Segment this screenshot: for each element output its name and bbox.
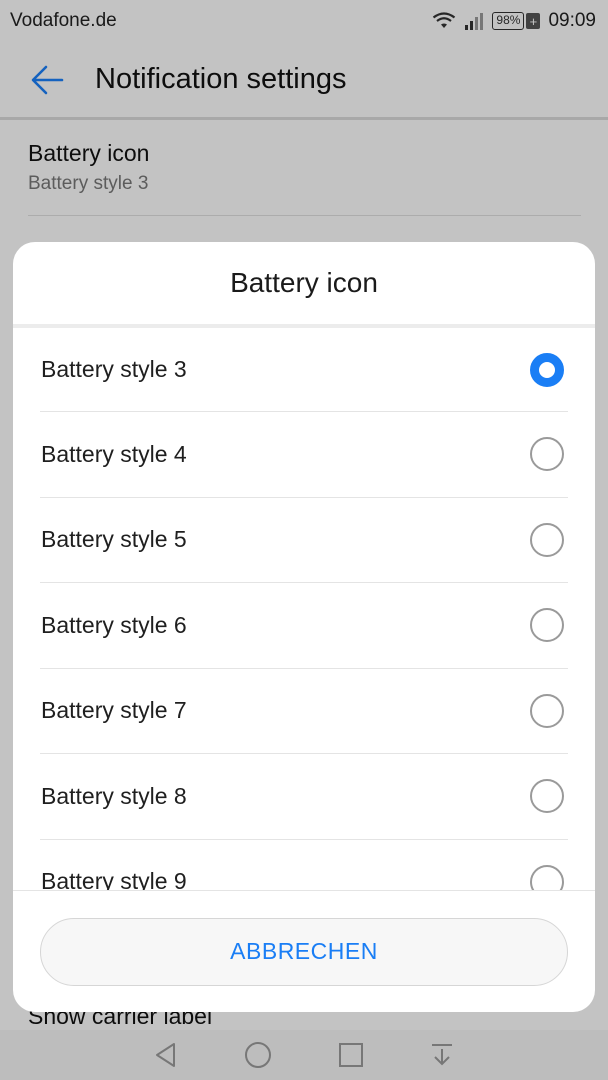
radio-unselected[interactable] [530,779,564,814]
radio-selected[interactable] [530,352,564,387]
option-label: Battery style 4 [41,440,187,467]
dialog-title: Battery icon [13,242,595,328]
option-label: Battery style 3 [41,356,187,382]
option-battery-style-9[interactable]: Battery style 9 [40,840,568,890]
option-label: Battery style 8 [41,782,187,809]
option-battery-style-8[interactable]: Battery style 8 [40,754,568,840]
battery-icon-dialog: Battery icon Battery style 3 Battery sty… [13,242,595,1012]
radio-unselected[interactable] [530,608,564,643]
option-battery-style-7[interactable]: Battery style 7 [40,669,568,754]
radio-unselected[interactable] [530,437,564,472]
radio-unselected[interactable] [530,693,564,728]
option-battery-style-5[interactable]: Battery style 5 [40,498,568,583]
radio-unselected[interactable] [530,864,564,890]
option-label: Battery style 5 [41,526,187,553]
cancel-button[interactable]: ABBRECHEN [40,917,568,986]
options-list[interactable]: Battery style 3 Battery style 4 Battery … [13,328,595,890]
radio-unselected[interactable] [530,522,564,557]
option-label: Battery style 7 [41,697,187,724]
dialog-footer: ABBRECHEN [13,890,595,1012]
option-battery-style-6[interactable]: Battery style 6 [40,583,568,669]
option-label: Battery style 6 [41,611,187,638]
option-label: Battery style 9 [41,868,187,890]
option-battery-style-4[interactable]: Battery style 4 [40,412,568,498]
option-battery-style-3[interactable]: Battery style 3 [40,328,568,412]
